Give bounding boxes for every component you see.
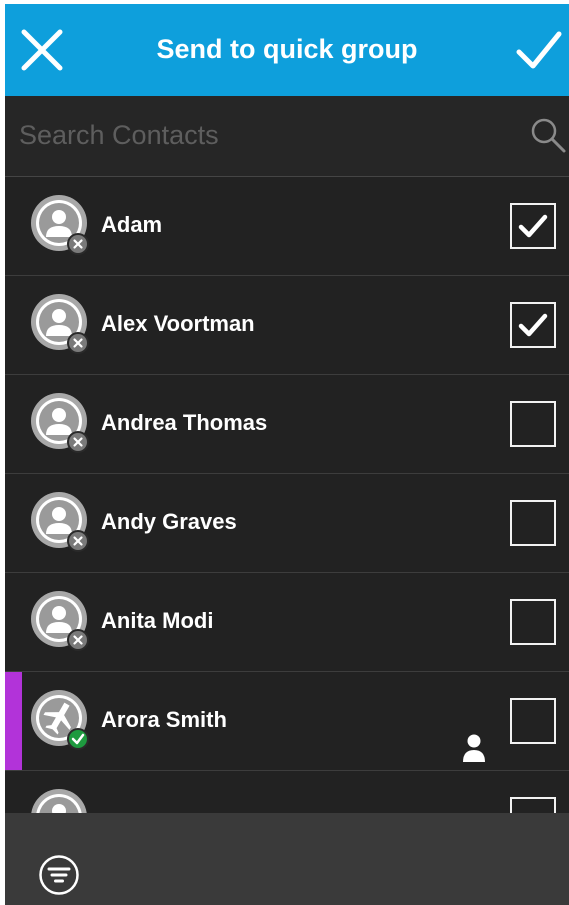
contact-row[interactable]: Adam	[5, 177, 569, 276]
contact-row[interactable]: Alex Voortman	[5, 276, 569, 375]
contact-checkbox[interactable]	[510, 500, 556, 546]
contact-name: Andrea Thomas	[101, 410, 268, 435]
contact-checkbox[interactable]	[510, 401, 556, 447]
search-bar	[5, 96, 569, 178]
checkmark-icon[interactable]	[515, 28, 563, 72]
checkmark-icon	[518, 214, 548, 238]
contact-row[interactable]: Anita Modi	[5, 573, 569, 672]
person-avatar-icon	[31, 492, 89, 552]
search-icon[interactable]	[529, 116, 567, 154]
header-bar: Send to quick group	[5, 4, 569, 96]
person-avatar-icon	[31, 789, 87, 813]
contact-row[interactable]	[5, 771, 569, 813]
contact-checkbox[interactable]	[510, 599, 556, 645]
person-avatar-icon	[31, 195, 89, 255]
contact-checkbox[interactable]	[510, 302, 556, 348]
row-accent-bar	[5, 672, 22, 770]
contact-checkbox[interactable]	[510, 698, 556, 744]
contact-name: Alex Voortman	[101, 311, 255, 336]
contact-row[interactable]: Andrea Thomas	[5, 375, 569, 474]
bottom-bar	[5, 813, 569, 905]
page-title: Send to quick group	[156, 34, 418, 64]
contact-name: Anita Modi	[101, 608, 214, 633]
contact-name: Andy Graves	[101, 509, 237, 534]
person-avatar-icon	[31, 591, 89, 651]
contact-list[interactable]: Adam Alex Voortman Andrea Thomas Andy Grave…	[5, 177, 569, 813]
filter-icon[interactable]	[38, 854, 80, 896]
contact-checkbox[interactable]	[510, 797, 556, 813]
close-icon[interactable]	[20, 28, 64, 72]
checkmark-icon	[518, 313, 548, 337]
person-avatar-icon	[31, 294, 89, 354]
contact-name: Adam	[101, 212, 163, 237]
person-icon	[463, 734, 485, 762]
airplane-avatar-icon	[31, 690, 89, 750]
contact-row[interactable]: Arora Smith	[5, 672, 569, 771]
contact-row[interactable]: Andy Graves	[5, 474, 569, 573]
contact-checkbox[interactable]	[510, 203, 556, 249]
person-avatar-icon	[31, 393, 89, 453]
screen: Send to quick group Adam Alex Voortman And…	[5, 4, 569, 905]
contact-name: Arora Smith	[101, 707, 227, 732]
search-input[interactable]	[17, 114, 511, 156]
